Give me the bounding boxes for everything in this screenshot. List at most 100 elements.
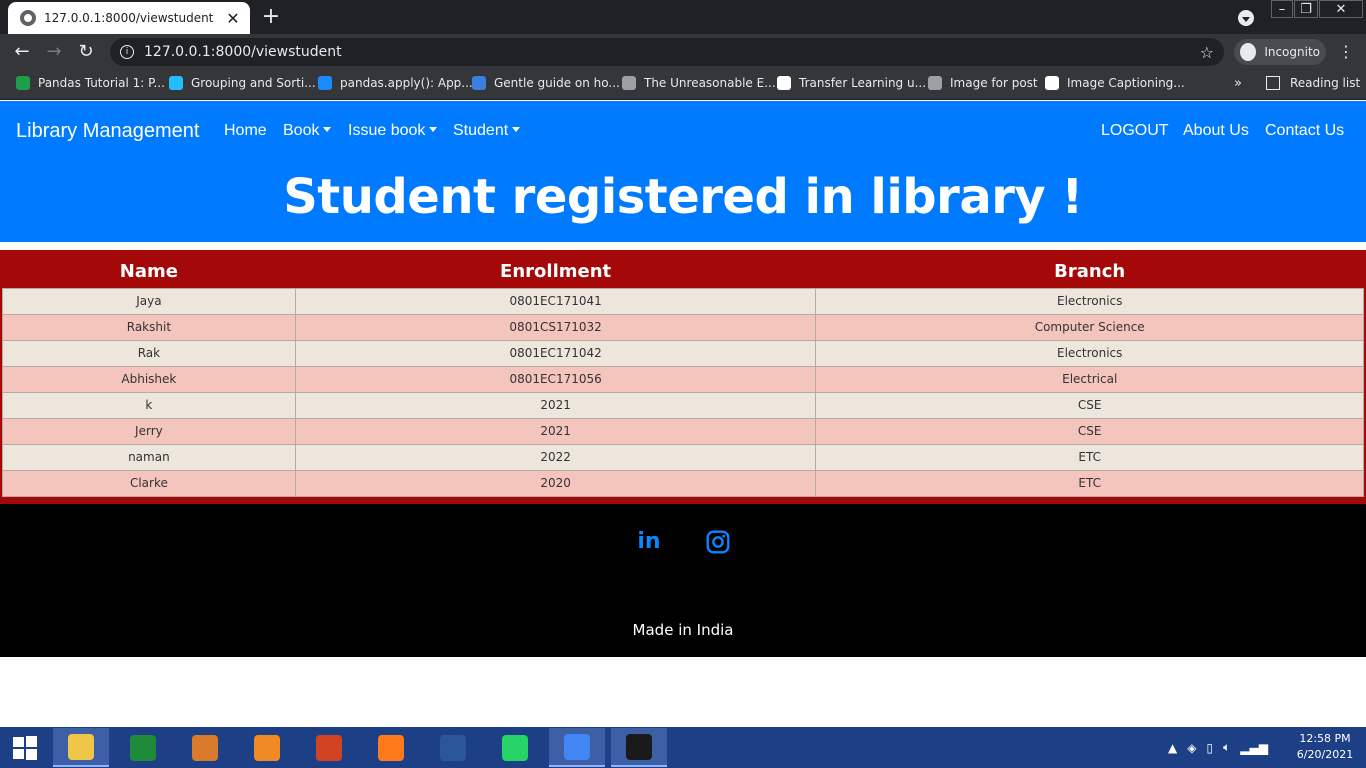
bookmark-item[interactable]: The Unreasonable E... xyxy=(622,76,776,90)
browser-tab-strip: 127.0.0.1:8000/viewstudent ✕ + – ❐ ✕ xyxy=(0,0,1366,34)
bookmark-favicon-icon xyxy=(16,76,30,90)
tab-search-icon[interactable] xyxy=(1238,10,1254,26)
site-favicon-icon xyxy=(20,10,36,26)
cell-branch: ETC xyxy=(815,443,1364,471)
page-title: Student registered in library ! xyxy=(283,169,1083,225)
taskbar-app[interactable] xyxy=(115,728,171,767)
battery-icon[interactable]: ▯ xyxy=(1206,741,1213,755)
browser-menu-icon[interactable]: ⋮ xyxy=(1338,42,1354,61)
cell-name: k xyxy=(2,391,296,419)
bookmark-item[interactable]: Transfer Learning u... xyxy=(777,76,926,90)
terminal-icon xyxy=(626,733,652,760)
powerpoint-icon xyxy=(316,734,342,761)
nav-student-dropdown[interactable]: Student xyxy=(453,122,520,140)
cell-enrollment: 0801EC171041 xyxy=(294,287,817,315)
taskbar-app[interactable] xyxy=(301,728,357,767)
table-row: k 2021 CSE xyxy=(2,391,1364,419)
cell-enrollment: 2022 xyxy=(294,443,817,471)
cell-enrollment: 2020 xyxy=(294,469,817,497)
cell-name: Jaya xyxy=(2,287,296,315)
bookmark-favicon-icon xyxy=(472,76,486,90)
bookmark-item[interactable]: Image for post xyxy=(928,76,1038,90)
incognito-badge[interactable]: Incognito xyxy=(1234,39,1326,65)
bookmark-label: Pandas Tutorial 1: P... xyxy=(38,76,165,90)
taskbar-app[interactable] xyxy=(363,728,419,767)
student-table-container: Name Enrollment Branch Jaya 0801EC171041… xyxy=(0,250,1366,504)
cell-enrollment: 2021 xyxy=(294,417,817,445)
cell-name: Jerry xyxy=(2,417,296,445)
bookmark-item[interactable]: Pandas Tutorial 1: P... xyxy=(16,76,165,90)
taskbar-app[interactable] xyxy=(425,728,481,767)
bookmark-favicon-icon xyxy=(318,76,332,90)
window-minimize-button[interactable]: – xyxy=(1271,0,1293,18)
bookmark-label: Gentle guide on ho... xyxy=(494,76,620,90)
taskbar-app[interactable] xyxy=(53,728,109,767)
tray-app-icon[interactable]: ◈ xyxy=(1187,741,1196,755)
cell-enrollment: 0801CS171032 xyxy=(294,313,817,341)
nav-logout[interactable]: LOGOUT xyxy=(1101,122,1169,140)
network-icon[interactable]: ▂▄▆ xyxy=(1240,741,1268,755)
footer-made-in-india: Made in India xyxy=(632,621,734,639)
table-row: Clarke 2020 ETC xyxy=(2,469,1364,497)
bookmark-item[interactable]: Image Captioning... xyxy=(1045,76,1185,90)
instagram-icon[interactable] xyxy=(705,529,731,555)
bookmark-label: Image Captioning... xyxy=(1067,76,1185,90)
nav-book-label: Book xyxy=(283,122,320,139)
nav-home[interactable]: Home xyxy=(224,122,267,140)
bookmark-favicon-icon xyxy=(777,76,791,90)
media-app-icon xyxy=(192,734,218,761)
window-close-button[interactable]: ✕ xyxy=(1319,0,1363,18)
taskbar-app[interactable] xyxy=(239,728,295,767)
navbar-brand[interactable]: Library Management xyxy=(16,120,199,143)
nav-contact-us[interactable]: Contact Us xyxy=(1265,122,1344,140)
reload-icon[interactable]: ↻ xyxy=(74,41,98,63)
bookmarks-overflow-button[interactable]: » xyxy=(1234,76,1242,91)
nav-issue-book-dropdown[interactable]: Issue book xyxy=(348,122,437,140)
taskbar-app[interactable] xyxy=(611,728,667,767)
bookmark-favicon-icon xyxy=(169,76,183,90)
address-url[interactable]: 127.0.0.1:8000/viewstudent xyxy=(144,44,1200,60)
forward-arrow-icon[interactable]: → xyxy=(42,41,66,63)
table-row: Abhishek 0801EC171056 Electrical xyxy=(2,365,1364,393)
cell-name: Rak xyxy=(2,339,296,367)
nav-book-dropdown[interactable]: Book xyxy=(283,122,331,140)
bookmark-item[interactable]: pandas.apply(): App... xyxy=(318,76,473,90)
firefox-icon xyxy=(378,734,404,761)
chrome-icon xyxy=(564,733,590,760)
cell-branch: CSE xyxy=(815,391,1364,419)
taskbar-app[interactable] xyxy=(177,728,233,767)
windows-start-icon[interactable] xyxy=(0,727,50,768)
column-header-name: Name xyxy=(119,261,178,283)
reading-list-label: Reading list xyxy=(1290,76,1361,90)
store-icon xyxy=(130,734,156,761)
back-arrow-icon[interactable]: ← xyxy=(10,41,34,63)
bookmark-item[interactable]: Grouping and Sorti... xyxy=(169,76,316,90)
bookmarks-bar: Pandas Tutorial 1: P... Grouping and Sor… xyxy=(0,70,1366,100)
site-footer: in Made in India xyxy=(0,504,1366,657)
window-restore-button[interactable]: ❐ xyxy=(1294,0,1318,18)
file-explorer-icon xyxy=(68,733,94,760)
tray-overflow-icon[interactable]: ▲ xyxy=(1168,741,1177,755)
linkedin-icon[interactable]: in xyxy=(636,529,662,555)
site-info-icon[interactable]: i xyxy=(120,45,134,59)
bookmark-star-icon[interactable]: ☆ xyxy=(1200,43,1214,62)
table-row: Rakshit 0801CS171032 Computer Science xyxy=(2,313,1364,341)
bookmark-item[interactable]: Gentle guide on ho... xyxy=(472,76,620,90)
clock-time: 12:58 PM xyxy=(1299,732,1351,745)
windows-logo-icon xyxy=(13,735,37,760)
bookmark-label: The Unreasonable E... xyxy=(644,76,776,90)
reading-list-button[interactable]: Reading list xyxy=(1266,76,1360,90)
bookmark-label: pandas.apply(): App... xyxy=(340,76,473,90)
bookmark-label: Transfer Learning u... xyxy=(799,76,927,90)
new-tab-button[interactable]: + xyxy=(259,4,283,29)
bookmark-label: Image for post xyxy=(950,76,1038,90)
volume-icon[interactable]: 🔈︎ xyxy=(1223,740,1230,755)
taskbar-app[interactable] xyxy=(487,728,543,767)
nav-about-us[interactable]: About Us xyxy=(1183,122,1249,140)
taskbar-app[interactable] xyxy=(549,728,605,767)
taskbar-clock[interactable]: 12:58 PM 6/20/2021 xyxy=(1290,731,1360,763)
browser-tab[interactable]: 127.0.0.1:8000/viewstudent ✕ xyxy=(8,2,250,34)
address-bar[interactable]: i 127.0.0.1:8000/viewstudent ☆ xyxy=(110,38,1224,66)
table-row: naman 2022 ETC xyxy=(2,443,1364,471)
tab-close-icon[interactable]: ✕ xyxy=(224,9,242,28)
